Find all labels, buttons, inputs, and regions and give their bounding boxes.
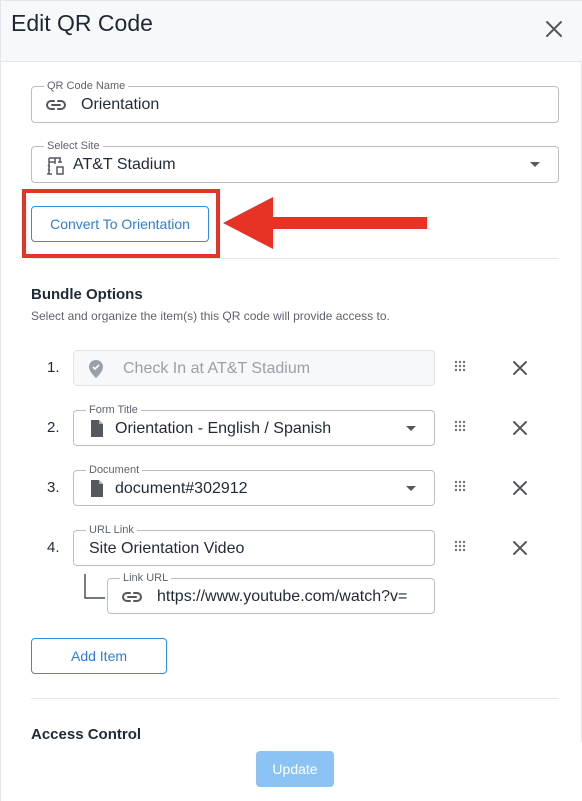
bundle-options-title: Bundle Options — [31, 286, 143, 303]
document-icon — [91, 420, 103, 437]
divider — [31, 698, 559, 699]
access-control-title: Access Control — [31, 726, 142, 742]
link-url-value: https://www.youtube.com/watch?v= — [157, 588, 408, 605]
item-number: 4. — [47, 539, 60, 556]
chevron-down-icon — [406, 426, 416, 431]
qr-code-name-field[interactable]: QR Code Name Orientation — [31, 79, 559, 123]
drag-handle-icon[interactable] — [454, 420, 466, 434]
drag-handle-icon[interactable] — [454, 540, 466, 554]
close-icon[interactable] — [543, 18, 565, 40]
nested-connector — [84, 574, 105, 599]
document-dropdown[interactable]: Document document#302912 — [73, 463, 435, 506]
item-number: 2. — [47, 419, 60, 436]
dialog-footer: Update — [1, 742, 582, 801]
link-icon — [46, 100, 66, 110]
chevron-down-icon — [530, 162, 540, 167]
form-title-value: Orientation - English / Spanish — [115, 420, 332, 437]
dialog-body: QR Code Name Orientation Select Site AT&… — [1, 62, 582, 742]
edit-qr-code-dialog: Edit QR Code QR Code Name Orientation Se… — [0, 0, 582, 801]
dialog-header: Edit QR Code — [1, 1, 582, 62]
drag-handle-icon[interactable] — [454, 360, 466, 374]
document-icon — [91, 480, 103, 497]
link-icon — [122, 592, 142, 602]
bundle-options-subtitle: Select and organize the item(s) this QR … — [31, 309, 390, 323]
remove-item-icon[interactable] — [512, 540, 528, 556]
bundle-item-check-in: Check In at AT&T Stadium — [73, 350, 435, 386]
divider — [31, 258, 559, 259]
form-title-dropdown[interactable]: Form Title Orientation - English / Spani… — [73, 403, 435, 446]
chevron-down-icon — [406, 486, 416, 491]
select-site-value: AT&T Stadium — [73, 156, 176, 173]
location-check-icon — [89, 360, 103, 378]
crane-icon — [47, 157, 64, 175]
dialog-title: Edit QR Code — [11, 10, 153, 36]
url-link-value: Site Orientation Video — [89, 540, 245, 557]
remove-item-icon[interactable] — [512, 480, 528, 496]
qr-code-name-value: Orientation — [81, 96, 160, 113]
update-button[interactable]: Update — [256, 751, 334, 787]
link-url-field[interactable]: Link URL https://www.youtube.com/watch?v… — [107, 571, 435, 614]
url-link-field[interactable]: URL Link Site Orientation Video — [73, 523, 435, 566]
annotation-highlight-box — [22, 189, 220, 258]
item-number: 1. — [47, 359, 60, 376]
select-site-dropdown[interactable]: Select Site AT&T Stadium — [31, 139, 559, 183]
document-value: document#302912 — [115, 480, 248, 497]
check-in-placeholder: Check In at AT&T Stadium — [123, 360, 311, 377]
annotation-arrow-icon — [223, 197, 427, 249]
remove-item-icon[interactable] — [512, 360, 528, 376]
item-number: 3. — [47, 479, 60, 496]
drag-handle-icon[interactable] — [454, 480, 466, 494]
add-item-button[interactable]: Add Item — [31, 638, 167, 674]
remove-item-icon[interactable] — [512, 420, 528, 436]
